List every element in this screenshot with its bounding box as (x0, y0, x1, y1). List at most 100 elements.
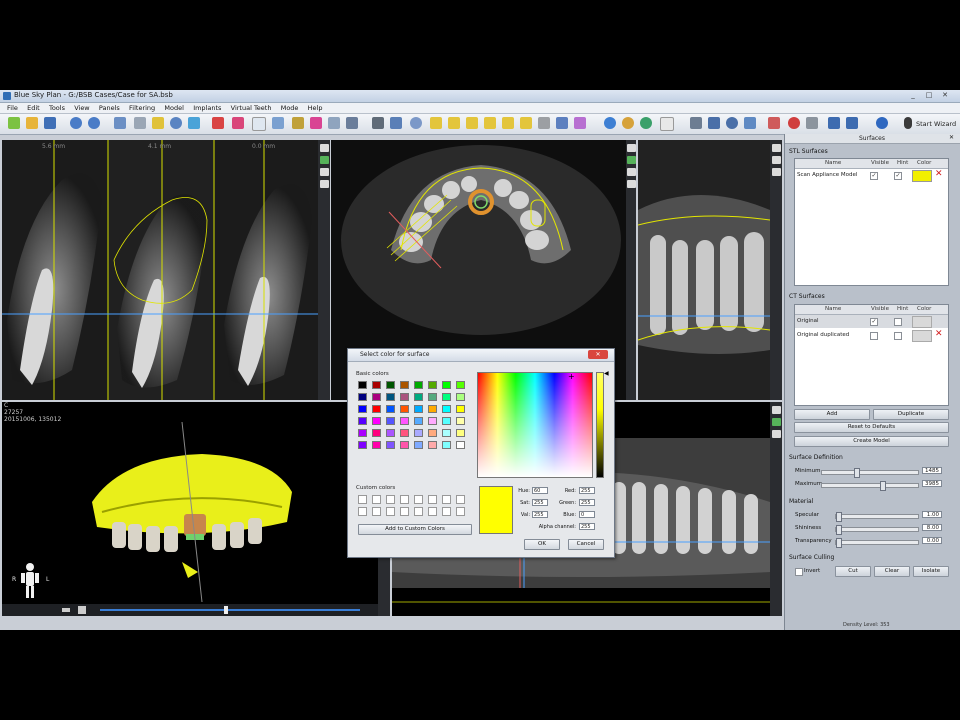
basic-color-swatch[interactable] (372, 393, 381, 401)
segment-icon[interactable] (372, 117, 384, 129)
stl-color-swatch[interactable] (912, 170, 932, 182)
custom-color-swatch[interactable] (358, 495, 367, 504)
basic-color-swatch[interactable] (456, 417, 465, 425)
basic-color-swatch[interactable] (456, 405, 465, 413)
zoom-icon[interactable] (170, 117, 182, 129)
new-case-icon[interactable] (8, 117, 20, 129)
sagittal-layout-icon[interactable] (772, 156, 781, 164)
start-wizard-button[interactable]: Start Wizard (916, 120, 956, 128)
cube-icon[interactable] (708, 117, 720, 129)
basic-color-swatch[interactable] (428, 429, 437, 437)
basic-color-swatch[interactable] (386, 393, 395, 401)
basic-color-swatch[interactable] (372, 429, 381, 437)
parallel-icon[interactable] (788, 117, 800, 129)
tooth-library-icon[interactable] (328, 117, 340, 129)
menu-model[interactable]: Model (164, 103, 184, 113)
basic-color-swatch[interactable] (428, 441, 437, 449)
menu-help[interactable]: Help (308, 103, 323, 113)
maximum-slider-knob[interactable] (880, 481, 886, 491)
val-spinbox[interactable]: 255 (532, 511, 548, 518)
ct-visible-checkbox-2[interactable] (870, 332, 878, 340)
basic-color-swatch[interactable] (358, 429, 367, 437)
basic-color-swatch[interactable] (386, 381, 395, 389)
brush-icon-6[interactable] (520, 117, 532, 129)
minimum-slider[interactable] (821, 468, 919, 478)
menu-implants[interactable]: Implants (193, 103, 221, 113)
ok-button[interactable]: OK (524, 539, 560, 550)
table-row[interactable]: Original duplicated ✕ (795, 329, 948, 342)
specular-spinbox[interactable]: 1.00 (922, 511, 942, 518)
basic-color-swatch[interactable] (442, 417, 451, 425)
maximize-button[interactable]: □ (924, 91, 934, 100)
render-3d-view[interactable]: C 27257 20151006, 135012 R L (2, 402, 378, 616)
invert-checkbox[interactable] (795, 568, 803, 576)
crop-icon[interactable] (390, 117, 402, 129)
angle-icon[interactable] (768, 117, 780, 129)
implant-icon[interactable] (272, 117, 284, 129)
ct-delete-icon[interactable]: ✕ (935, 329, 943, 339)
sphere-icon[interactable] (410, 117, 422, 129)
transform-icon[interactable] (574, 117, 586, 129)
blue-spinbox[interactable]: 0 (579, 511, 595, 518)
maximum-spinbox[interactable]: 3985 (922, 480, 942, 487)
undo-icon[interactable] (70, 117, 82, 129)
tooth-icon[interactable] (252, 117, 266, 131)
axial-settings-icon[interactable] (627, 180, 636, 188)
basic-color-swatch[interactable] (414, 405, 423, 413)
menu-file[interactable]: File (7, 103, 18, 113)
cancel-button[interactable]: Cancel (568, 539, 604, 550)
basic-color-swatch[interactable] (400, 417, 409, 425)
magnifier-icon[interactable] (726, 117, 738, 129)
timeline-dropdown-icon[interactable] (62, 608, 70, 612)
pano-camera-icon[interactable] (772, 430, 781, 438)
basic-color-swatch[interactable] (386, 405, 395, 413)
custom-color-swatch[interactable] (372, 495, 381, 504)
chart-icon[interactable] (828, 117, 840, 129)
light-icon[interactable] (622, 117, 634, 129)
basic-color-swatch[interactable] (386, 441, 395, 449)
basic-color-swatch[interactable] (400, 429, 409, 437)
transparency-spinbox[interactable]: 0.00 (922, 537, 942, 544)
sagittal-camera-icon[interactable] (772, 168, 781, 176)
basic-color-swatch[interactable] (414, 393, 423, 401)
power-icon[interactable] (904, 117, 912, 129)
basic-color-swatch[interactable] (442, 441, 451, 449)
custom-color-swatch[interactable] (386, 495, 395, 504)
brush-icon-3[interactable] (466, 117, 478, 129)
drop-icon[interactable] (604, 117, 616, 129)
redo-icon[interactable] (88, 117, 100, 129)
menu-panels[interactable]: Panels (99, 103, 120, 113)
custom-color-swatch[interactable] (414, 495, 423, 504)
axial-camera-icon[interactable] (627, 168, 636, 176)
transparency-slider-knob[interactable] (836, 538, 842, 548)
pan-icon[interactable] (134, 117, 146, 129)
menu-mode[interactable]: Mode (281, 103, 299, 113)
menu-view[interactable]: View (74, 103, 89, 113)
curve-tool-icon[interactable] (232, 117, 244, 129)
menu-tools[interactable]: Tools (49, 103, 65, 113)
render-timeline[interactable] (2, 604, 378, 616)
basic-color-swatch[interactable] (456, 429, 465, 437)
timeline-knob[interactable] (224, 606, 228, 614)
basic-color-swatch[interactable] (372, 405, 381, 413)
basic-color-swatch[interactable] (386, 417, 395, 425)
custom-color-swatch[interactable] (428, 507, 437, 516)
reset-to-defaults-button[interactable]: Reset to Defaults (794, 422, 949, 433)
pano-maximize-icon[interactable] (772, 406, 781, 414)
menu-filtering[interactable]: Filtering (129, 103, 155, 113)
timeline-undo-icon[interactable] (78, 606, 86, 614)
hue-saturation-picker[interactable]: + (477, 372, 593, 478)
basic-color-swatch[interactable] (442, 393, 451, 401)
basic-color-swatch[interactable] (372, 381, 381, 389)
eraser-icon[interactable] (538, 117, 550, 129)
custom-color-swatch[interactable] (456, 507, 465, 516)
sleeve-icon[interactable] (846, 117, 858, 129)
sat-spinbox[interactable]: 255 (532, 499, 548, 506)
isolate-button[interactable]: Isolate (913, 566, 949, 577)
basic-color-swatch[interactable] (358, 417, 367, 425)
clear-button[interactable]: Clear (874, 566, 910, 577)
layout-grid-icon[interactable] (114, 117, 126, 129)
view-layout-icon[interactable] (320, 156, 329, 164)
basic-color-swatch[interactable] (414, 429, 423, 437)
basic-color-swatch[interactable] (428, 381, 437, 389)
